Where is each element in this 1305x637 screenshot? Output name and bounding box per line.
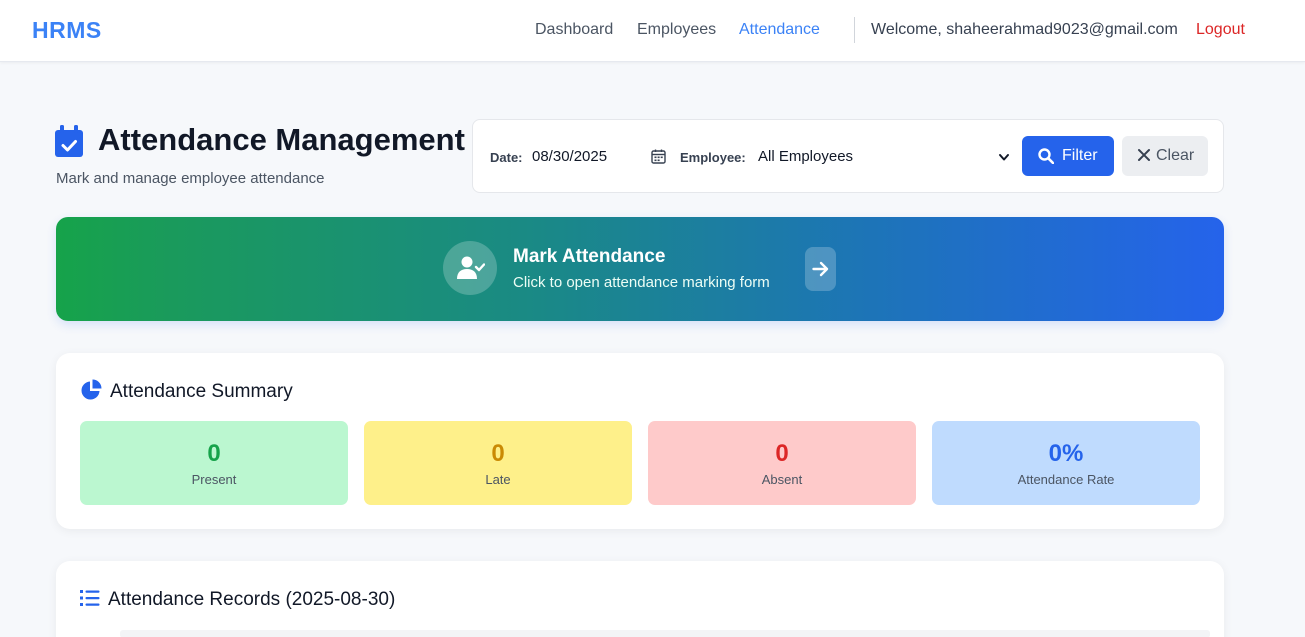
banner-subtitle: Click to open attendance marking form <box>513 274 770 291</box>
employee-select-value: All Employees <box>758 148 854 165</box>
filter-bar: Date: 08/30/2025 Employee: All Employees… <box>472 119 1224 193</box>
nav-link-employees[interactable]: Employees <box>637 21 716 39</box>
calendar-icon[interactable] <box>651 149 666 164</box>
stat-present: 0 Present <box>80 421 348 505</box>
nav-divider <box>854 17 855 43</box>
summary-title: Attendance Summary <box>110 381 293 402</box>
stat-attendance-rate: 0% Attendance Rate <box>932 421 1200 505</box>
chevron-down-icon <box>999 154 1009 161</box>
stat-absent-value: 0 <box>775 440 789 467</box>
clear-button[interactable]: Clear <box>1122 136 1208 176</box>
stat-attendance-rate-value: 0% <box>1048 440 1084 467</box>
close-icon <box>1138 149 1150 161</box>
stat-present-value: 0 <box>207 440 221 467</box>
employee-select[interactable]: All Employees <box>758 148 1010 170</box>
stat-absent-label: Absent <box>761 472 803 487</box>
clear-button-label: Clear <box>1156 147 1195 164</box>
records-title: Attendance Records (2025-08-30) <box>108 589 396 610</box>
top-navbar: HRMS Dashboard Employees Attendance Welc… <box>0 0 1305 62</box>
attendance-summary-card: Attendance Summary 0 Present 0 Late 0 Ab… <box>56 353 1224 529</box>
stat-attendance-rate-label: Attendance Rate <box>1017 472 1115 487</box>
list-icon <box>80 590 100 606</box>
mark-attendance-banner[interactable]: Mark Attendance Click to open attendance… <box>56 217 1224 321</box>
nav-link-attendance[interactable]: Attendance <box>739 21 820 39</box>
search-icon <box>1038 148 1054 164</box>
welcome-text: Welcome, shaheerahmad9023@gmail.com <box>871 21 1178 38</box>
date-input[interactable]: 08/30/2025 <box>532 148 607 165</box>
brand-logo[interactable]: HRMS <box>32 17 102 44</box>
banner-arrow-button[interactable] <box>805 247 836 291</box>
filter-button[interactable]: Filter <box>1022 136 1114 176</box>
stat-late-value: 0 <box>491 440 505 467</box>
stat-late-label: Late <box>485 472 511 487</box>
pie-chart-icon <box>81 379 102 400</box>
page-title: Attendance Management <box>98 122 465 157</box>
records-table-header <box>120 630 1210 637</box>
stat-late: 0 Late <box>364 421 632 505</box>
banner-title: Mark Attendance <box>513 246 666 267</box>
employee-label: Employee: <box>680 150 746 165</box>
user-check-icon <box>457 256 485 279</box>
calendar-check-icon <box>55 125 83 157</box>
nav-link-dashboard[interactable]: Dashboard <box>535 21 613 39</box>
banner-avatar <box>443 241 497 295</box>
stat-absent: 0 Absent <box>648 421 916 505</box>
logout-link[interactable]: Logout <box>1196 21 1245 39</box>
filter-button-label: Filter <box>1062 147 1098 164</box>
arrow-right-icon <box>812 261 829 277</box>
stat-present-label: Present <box>191 472 237 487</box>
date-label: Date: <box>490 150 523 165</box>
page-subtitle: Mark and manage employee attendance <box>56 170 325 187</box>
attendance-records-card: Attendance Records (2025-08-30) <box>56 561 1224 637</box>
